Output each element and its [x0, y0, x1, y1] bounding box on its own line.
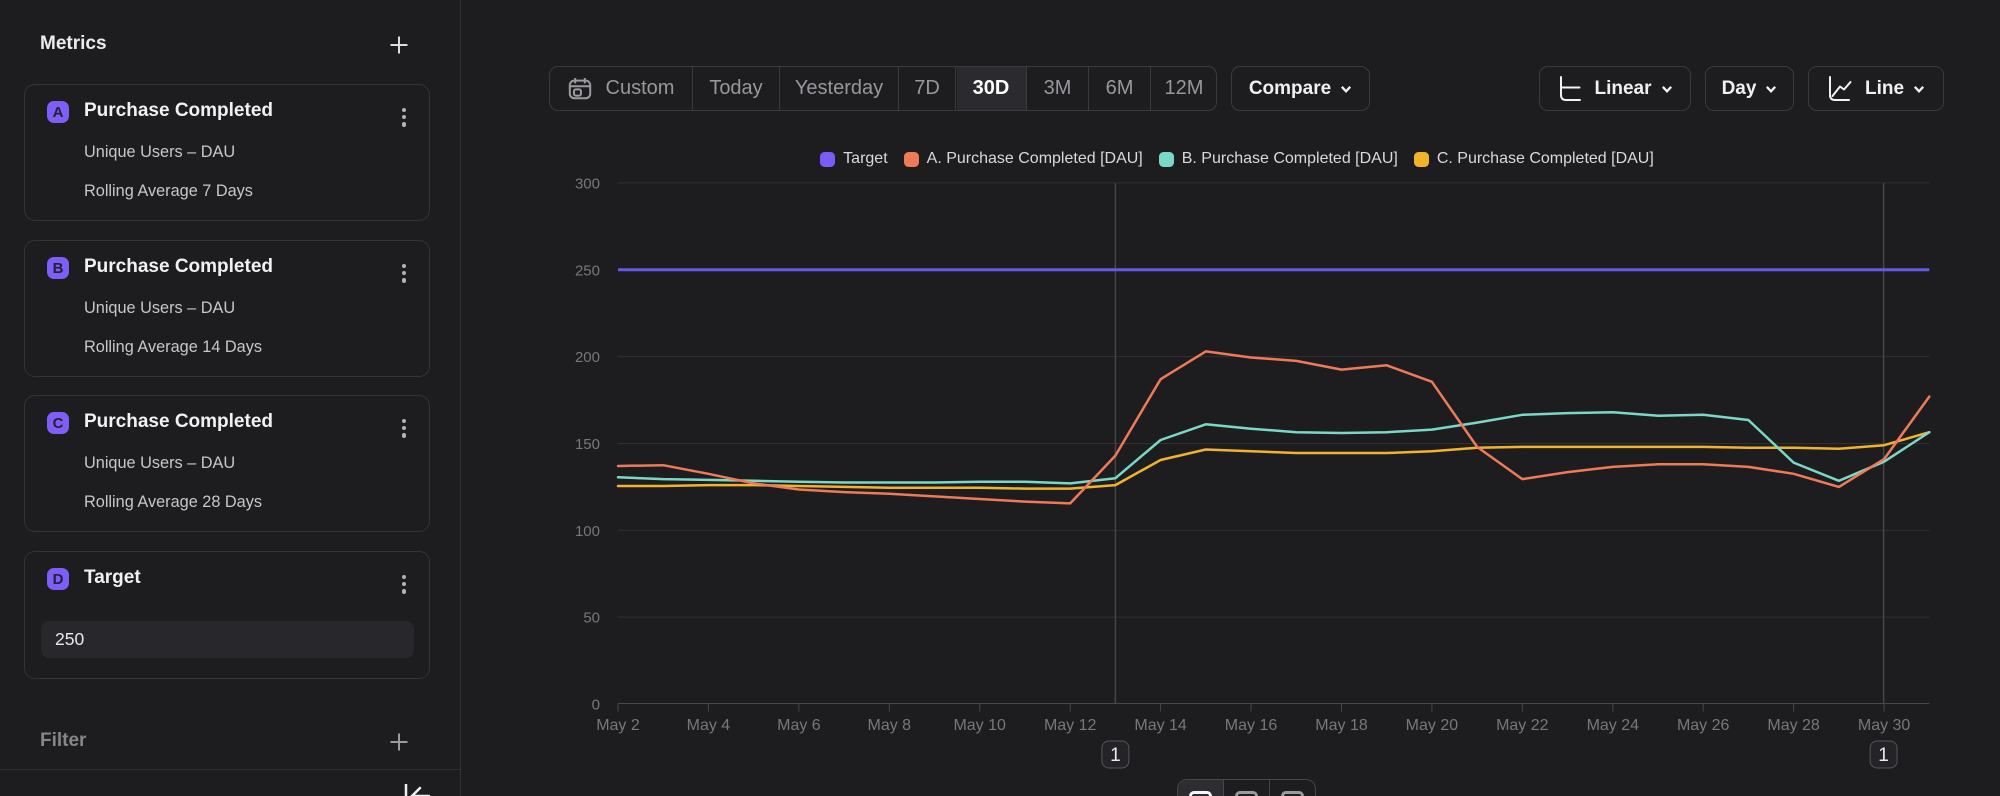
svg-text:May 28: May 28: [1767, 717, 1820, 734]
svg-text:250: 250: [575, 262, 600, 279]
svg-text:50: 50: [583, 610, 600, 627]
svg-text:May 6: May 6: [777, 717, 821, 734]
svg-text:300: 300: [575, 175, 600, 192]
svg-text:May 4: May 4: [687, 717, 731, 734]
svg-text:0: 0: [592, 697, 600, 714]
svg-text:May 16: May 16: [1225, 717, 1278, 734]
svg-text:May 20: May 20: [1406, 717, 1459, 734]
svg-text:150: 150: [575, 436, 600, 453]
svg-text:1: 1: [1878, 745, 1889, 766]
svg-text:May 12: May 12: [1044, 717, 1097, 734]
svg-text:May 18: May 18: [1315, 717, 1368, 734]
svg-text:May 30: May 30: [1858, 717, 1911, 734]
svg-text:1: 1: [1110, 745, 1121, 766]
svg-text:May 8: May 8: [868, 717, 912, 734]
svg-text:May 26: May 26: [1677, 717, 1730, 734]
svg-text:200: 200: [575, 349, 600, 366]
svg-text:May 2: May 2: [596, 717, 640, 734]
svg-text:May 24: May 24: [1587, 717, 1640, 734]
svg-text:May 10: May 10: [953, 717, 1006, 734]
svg-text:100: 100: [575, 523, 600, 540]
svg-text:May 22: May 22: [1496, 717, 1549, 734]
svg-text:May 14: May 14: [1134, 717, 1187, 734]
